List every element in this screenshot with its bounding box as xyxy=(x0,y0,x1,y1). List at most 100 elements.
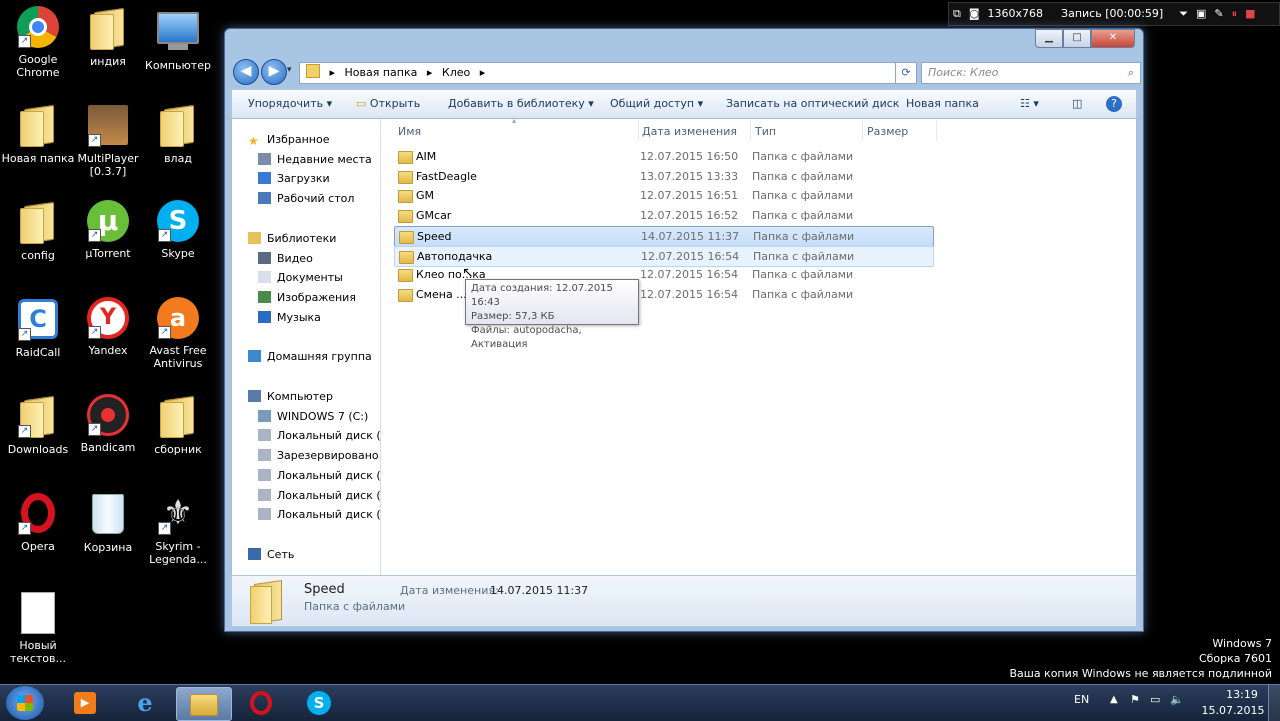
nav-item[interactable]: Локальный диск (I:) xyxy=(258,506,380,524)
help-icon[interactable]: ? xyxy=(1106,96,1122,112)
desktop-icon[interactable]: ↗ Bandicam xyxy=(71,394,145,454)
recent-pages-dropdown[interactable]: ▾ xyxy=(287,65,292,75)
preview-pane-icon[interactable]: ◫ xyxy=(1072,90,1082,118)
desktop-icon[interactable]: Корзина xyxy=(71,491,145,554)
screenshot-icon[interactable]: ▣ xyxy=(1196,3,1206,25)
nav-item[interactable]: Сеть xyxy=(248,546,294,564)
show-desktop-button[interactable] xyxy=(1268,685,1280,721)
nav-item[interactable]: Загрузки xyxy=(258,170,330,188)
hide-icon[interactable]: ⏷ xyxy=(1179,3,1188,25)
maximize-button[interactable]: □ xyxy=(1063,29,1091,48)
desktop-icon[interactable]: индия xyxy=(71,6,145,68)
nav-item[interactable]: Домашняя группа xyxy=(248,348,372,366)
stop-icon[interactable]: ■ xyxy=(1245,3,1255,25)
column-type[interactable]: Тип xyxy=(755,123,776,141)
nav-item[interactable]: Зарезервировано с xyxy=(258,447,380,465)
desktop-icon-label: Новый текстов... xyxy=(10,639,66,665)
downloads-folder-icon: ↗ xyxy=(16,396,60,440)
nav-item[interactable]: Локальный диск (G xyxy=(258,467,380,485)
desktop-icon[interactable]: Компьютер xyxy=(141,6,215,72)
folder-icon xyxy=(156,396,200,440)
shortcut-arrow-icon: ↗ xyxy=(158,229,171,242)
address-bar[interactable]: ▸ Новая папка ▸ Клео ▸ ▾ xyxy=(299,62,913,84)
breadcrumb-item[interactable]: Клео xyxy=(442,66,470,79)
tray-time[interactable]: 13:19 xyxy=(1214,688,1270,701)
windows-watermark: Windows 7 Сборка 7601 Ваша копия Windows… xyxy=(1009,636,1272,681)
minimize-button[interactable]: ▁ xyxy=(1035,29,1063,48)
file-row[interactable]: AIM 12.07.2015 16:50 Папка с файлами xyxy=(394,147,932,166)
language-indicator[interactable]: EN xyxy=(1074,693,1089,706)
desktop-icon xyxy=(258,192,271,205)
column-date[interactable]: Дата изменения xyxy=(642,123,737,141)
new-folder-button[interactable]: Новая папка xyxy=(906,90,979,118)
desktop-icon[interactable]: влад xyxy=(141,103,215,165)
desktop-icon[interactable]: S ↗ Skype xyxy=(141,200,215,260)
desktop-icon[interactable]: ↗ Opera xyxy=(1,491,75,553)
add-to-library-button[interactable]: Добавить в библиотеку ▾ xyxy=(448,90,594,118)
file-row[interactable]: GMcar 12.07.2015 16:52 Папка с файлами xyxy=(394,206,932,225)
taskbar-opera[interactable] xyxy=(234,687,288,719)
volume-icon[interactable]: 🔈 xyxy=(1170,693,1184,706)
nav-item[interactable]: Локальный диск (D xyxy=(258,427,380,445)
file-row[interactable]: GM 12.07.2015 16:51 Папка с файлами xyxy=(394,186,932,205)
screen-size-icon[interactable]: ⧉ xyxy=(953,3,961,25)
pen-icon[interactable]: ✎ xyxy=(1214,3,1223,25)
taskbar-skype[interactable]: S xyxy=(292,687,346,719)
column-name[interactable]: Имя xyxy=(398,123,421,141)
refresh-button[interactable]: ⟳ xyxy=(895,62,917,84)
taskbar-explorer[interactable] xyxy=(176,687,232,721)
network-icon[interactable]: ▭ xyxy=(1150,693,1160,706)
pause-icon[interactable]: ⏸ xyxy=(1232,3,1238,25)
file-date: 12.07.2015 16:51 xyxy=(640,189,739,203)
file-row[interactable]: FastDeagle 13.07.2015 13:33 Папка с файлам… xyxy=(394,167,932,186)
taskbar-media-player[interactable]: ▶ xyxy=(58,687,112,719)
column-size[interactable]: Размер xyxy=(867,123,908,141)
nav-item[interactable]: Библиотеки xyxy=(248,230,336,248)
desktop-icon[interactable]: сборник xyxy=(141,394,215,456)
pictures-icon xyxy=(258,290,271,303)
sort-indicator-icon: ▴ xyxy=(512,119,517,125)
file-date: 13.07.2015 13:33 xyxy=(640,169,739,183)
breadcrumb-item[interactable]: Новая папка xyxy=(345,66,418,79)
desktop-icon[interactable]: ↗ Google Chrome xyxy=(1,6,75,79)
start-button[interactable] xyxy=(6,686,44,720)
desktop-icon[interactable]: Y ↗ Yandex xyxy=(71,297,145,357)
desktop-icon[interactable]: Новая папка xyxy=(1,103,75,165)
back-button[interactable]: ◀ xyxy=(233,59,259,85)
desktop-icon[interactable]: a ↗ Avast Free Antivirus xyxy=(141,297,215,370)
burn-button[interactable]: Записать на оптический диск xyxy=(726,90,899,118)
search-input[interactable]: Поиск: Клео ⌕ xyxy=(921,62,1141,84)
nav-item[interactable]: Изображения xyxy=(258,289,356,307)
desktop-icon[interactable]: µ ↗ µTorrent xyxy=(71,200,145,260)
tray-expand-icon[interactable]: ▲ xyxy=(1110,694,1118,705)
nav-item[interactable]: Локальный диск (H xyxy=(258,487,380,505)
tray-date[interactable]: 15.07.2015 xyxy=(1200,704,1266,717)
action-center-icon[interactable]: ⚑ xyxy=(1130,693,1140,706)
view-options-icon[interactable]: ☷ ▾ xyxy=(1020,90,1039,118)
nav-item[interactable]: Компьютер xyxy=(248,388,333,406)
desktop-icon[interactable]: ↗ Downloads xyxy=(1,394,75,456)
forward-button[interactable]: ▶ xyxy=(261,59,287,85)
desktop-icon[interactable]: ↗ MultiPlayer [0.3.7] xyxy=(71,103,145,178)
nav-item[interactable]: Музыка xyxy=(258,309,321,327)
nav-item[interactable]: Документы xyxy=(258,269,343,287)
organize-button[interactable]: Упорядочить ▾ xyxy=(248,90,332,118)
nav-item[interactable]: Видео xyxy=(258,250,313,268)
share-button[interactable]: Общий доступ ▾ xyxy=(610,90,703,118)
homegroup-icon xyxy=(248,350,261,363)
shortcut-arrow-icon: ↗ xyxy=(88,423,101,436)
close-button[interactable]: ✕ xyxy=(1091,29,1135,48)
nav-item[interactable]: WINDOWS 7 (C:) xyxy=(258,408,368,426)
nav-item[interactable]: Рабочий стол xyxy=(258,190,354,208)
desktop-icon[interactable]: config xyxy=(1,200,75,262)
desktop-icon[interactable]: Новый текстов... xyxy=(1,590,75,665)
open-button[interactable]: ▭ Открыть xyxy=(356,90,420,118)
nav-item[interactable]: Недавние места xyxy=(258,151,372,169)
file-row[interactable]: Автоподачка 12.07.2015 16:54 Папка с файла… xyxy=(394,245,934,267)
nav-item[interactable]: ★ Избранное xyxy=(248,131,329,149)
desktop-icon[interactable]: ⚜ ↗ Skyrim - Legenda... xyxy=(141,491,215,566)
taskbar-internet-explorer[interactable]: e xyxy=(118,687,172,719)
file-row[interactable]: Speed 14.07.2015 11:37 Папка с файлами xyxy=(394,225,934,247)
desktop-icon[interactable]: C ↗ RaidCall xyxy=(1,297,75,359)
details-modified-label: Дата изменения: xyxy=(400,584,499,597)
